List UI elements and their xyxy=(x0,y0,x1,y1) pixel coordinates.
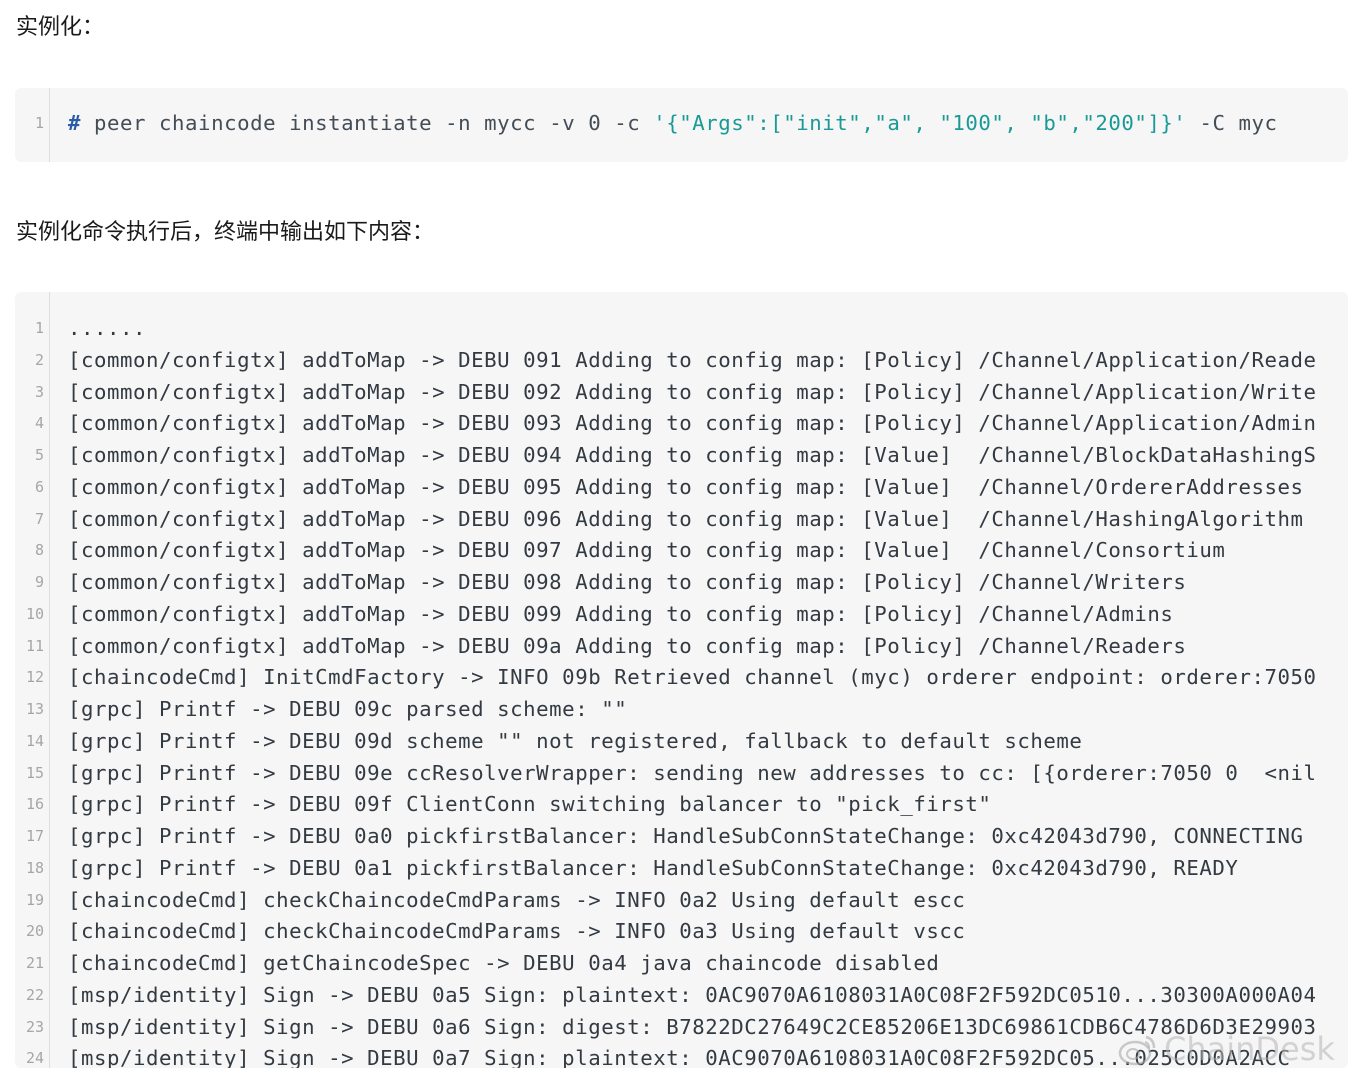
section-heading-output: 实例化命令执行后，终端中输出如下内容： xyxy=(16,220,435,245)
line-number: 1 xyxy=(34,319,44,337)
command-text: peer chaincode instantiate -n mycc -v 0 … xyxy=(81,111,654,135)
output-line: [common/configtx] addToMap -> DEBU 098 A… xyxy=(68,570,1187,594)
line-number: 23 xyxy=(25,1017,44,1036)
watermark: ChainDesk xyxy=(1118,1030,1335,1068)
output-line: [grpc] Printf -> DEBU 09d scheme "" not … xyxy=(68,728,1083,753)
output-line: [chaincodeCmd] InitCmdFactory -> INFO 09… xyxy=(68,665,1317,690)
output-line: [grpc] Printf -> DEBU 0a0 pickfirstBalan… xyxy=(68,824,1304,848)
line-number: 10 xyxy=(25,604,44,623)
output-line: [common/configtx] addToMap -> DEBU 097 A… xyxy=(68,538,1226,563)
line-number-gutter: 1 xyxy=(15,88,50,162)
output-line: [common/configtx] addToMap -> DEBU 092 A… xyxy=(68,379,1317,404)
output-line: ...... xyxy=(68,316,147,340)
output-line: [chaincodeCmd] getChaincodeSpec -> DEBU … xyxy=(68,951,940,975)
line-number: 1 xyxy=(34,114,44,132)
output-line: [common/configtx] addToMap -> DEBU 095 A… xyxy=(68,474,1304,499)
line-number: 24 xyxy=(25,1049,44,1068)
output-line: [chaincodeCmd] checkChaincodeCmdParams -… xyxy=(68,919,966,944)
line-number: 17 xyxy=(25,827,44,845)
prompt-symbol: # xyxy=(68,111,82,135)
line-number: 20 xyxy=(25,922,44,941)
output-line: [msp/identity] Sign -> DEBU 0a5 Sign: pl… xyxy=(68,982,1317,1007)
line-number: 11 xyxy=(25,636,44,655)
line-number: 19 xyxy=(25,890,44,909)
watermark-text: ChainDesk xyxy=(1164,1030,1335,1068)
output-line: [common/configtx] addToMap -> DEBU 093 A… xyxy=(68,411,1317,436)
line-number: 2 xyxy=(34,350,44,369)
command-args-string: '{"Args":["init","a", "100", "b","200"]}… xyxy=(653,111,1187,135)
command-line: # peer chaincode instantiate -n mycc -v … xyxy=(68,111,1277,135)
line-number: 3 xyxy=(34,382,44,401)
output-line: [common/configtx] addToMap -> DEBU 096 A… xyxy=(68,506,1304,531)
output-line: [common/configtx] addToMap -> DEBU 099 A… xyxy=(68,601,1174,626)
command-tail: -C myc xyxy=(1186,111,1278,135)
line-number: 8 xyxy=(34,541,44,560)
output-line: [common/configtx] addToMap -> DEBU 094 A… xyxy=(68,443,1317,467)
line-number-gutter: 1 2 3 4 5 6 7 8 9 10 11 12 13 14 15 16 17 18 19 20 21 22 23 24 xyxy=(15,292,50,1068)
line-number: 16 xyxy=(25,795,44,814)
line-number: 15 xyxy=(25,763,44,782)
line-number: 5 xyxy=(34,446,44,464)
line-number: 21 xyxy=(25,954,44,972)
output-line: [msp/identity] Sign -> DEBU 0a7 Sign: pl… xyxy=(68,1046,1291,1068)
output-code-block: 1 2 3 4 5 6 7 8 9 10 11 12 13 14 15 16 17 18 19 20 21 22 23 24 … xyxy=(15,292,1348,1068)
command-code-block: 1 # peer chaincode instantiate -n mycc -… xyxy=(15,88,1348,162)
output-line: [grpc] Printf -> DEBU 09e ccResolverWrap… xyxy=(68,760,1317,785)
output-line: [common/configtx] addToMap -> DEBU 091 A… xyxy=(68,347,1317,372)
output-line: [common/configtx] addToMap -> DEBU 09a A… xyxy=(68,633,1187,658)
section-heading-instantiate: 实例化： xyxy=(16,15,105,40)
line-number: 9 xyxy=(34,573,44,591)
weibo-icon xyxy=(1118,1035,1156,1066)
line-number: 13 xyxy=(25,700,44,718)
line-number: 22 xyxy=(25,985,44,1004)
line-number: 4 xyxy=(34,414,44,433)
line-number: 18 xyxy=(25,858,44,877)
output-line: [chaincodeCmd] checkChaincodeCmdParams -… xyxy=(68,887,966,912)
line-number: 7 xyxy=(34,509,44,528)
output-line: [grpc] Printf -> DEBU 09c parsed scheme:… xyxy=(68,697,628,721)
output-line: [grpc] Printf -> DEBU 09f ClientConn swi… xyxy=(68,792,992,817)
line-number: 6 xyxy=(34,477,44,496)
line-number: 14 xyxy=(25,731,44,750)
line-number: 12 xyxy=(25,668,44,687)
output-line: [grpc] Printf -> DEBU 0a1 pickfirstBalan… xyxy=(68,855,1239,880)
